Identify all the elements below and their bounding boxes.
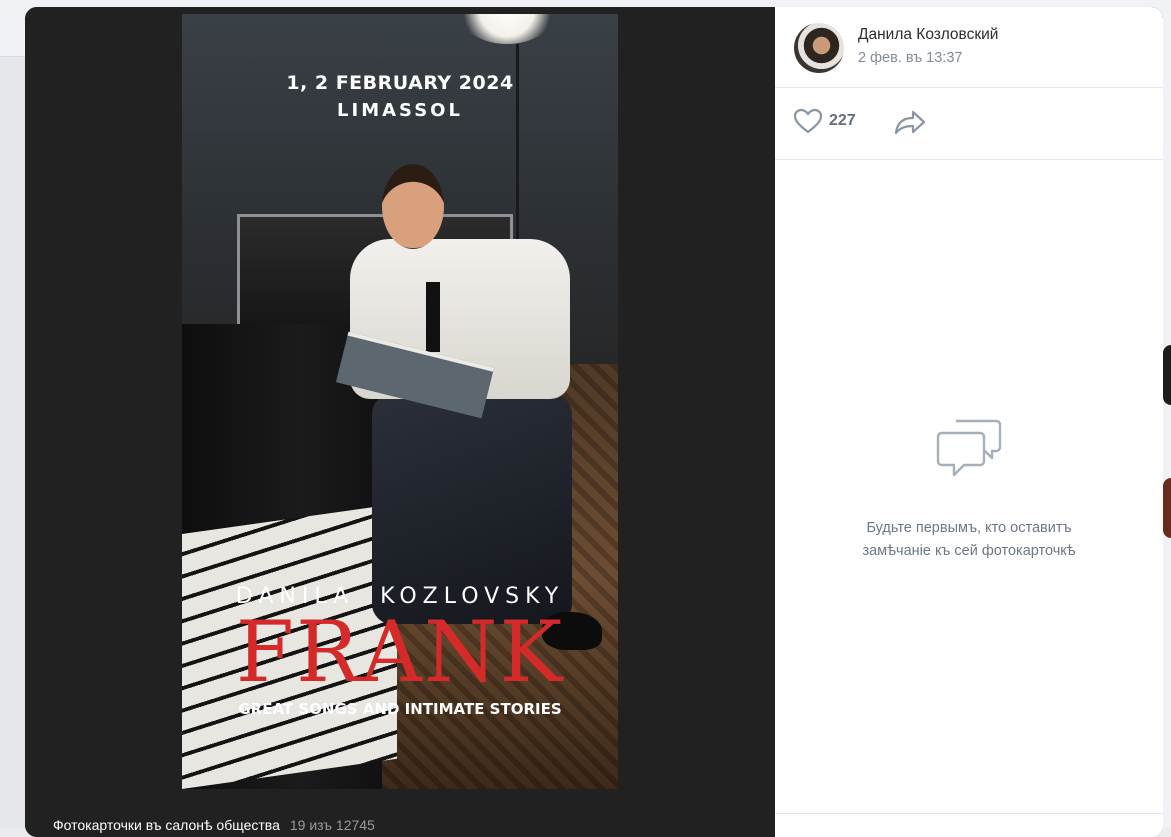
photo-area[interactable]: 1, 2 FEBRUARY 2024 LIMASSOL DANILA KOZLO… bbox=[25, 7, 775, 837]
photo-viewer-modal: 1, 2 FEBRUARY 2024 LIMASSOL DANILA KOZLO… bbox=[25, 7, 1163, 837]
edge-photo-fragment bbox=[1163, 478, 1171, 538]
poster-person-tie bbox=[426, 282, 440, 352]
share-button[interactable] bbox=[893, 108, 927, 141]
right-edge-strip bbox=[1163, 0, 1171, 828]
comment-input-area[interactable] bbox=[775, 813, 1163, 837]
edge-photo-fragment bbox=[1163, 345, 1171, 405]
avatar[interactable] bbox=[794, 23, 844, 73]
author-name-link[interactable]: Данила Козловский bbox=[858, 26, 998, 44]
comments-empty-state: Будьте первымъ, кто оставитъ замѣчаніе к… bbox=[775, 417, 1163, 563]
poster-show-title: FRANK bbox=[235, 603, 565, 701]
album-link[interactable]: Фотокарточки въ салонѣ общества bbox=[53, 817, 280, 833]
share-arrow-icon bbox=[893, 110, 927, 140]
poster-person-head bbox=[382, 164, 444, 249]
author-row: Данила Козловский 2 фев. въ 13:37 bbox=[775, 7, 1163, 88]
poster-date: 1, 2 FEBRUARY 2024 bbox=[286, 72, 514, 94]
photo-caption: Фотокарточки въ салонѣ общества 19 изъ 12… bbox=[53, 817, 375, 833]
photo-position: 19 изъ 12745 bbox=[289, 817, 375, 833]
heart-icon bbox=[793, 108, 823, 134]
comment-bubbles-icon bbox=[775, 417, 1163, 481]
post-date[interactable]: 2 фев. въ 13:37 bbox=[858, 50, 962, 66]
poster-city: LIMASSOL bbox=[337, 100, 463, 121]
like-button[interactable]: 227 bbox=[793, 108, 856, 134]
like-count: 227 bbox=[829, 112, 856, 129]
poster-tagline: GREAT SONGS AND INTIMATE STORIES bbox=[238, 700, 562, 718]
poster-lamp bbox=[457, 14, 557, 44]
photo-info-panel: Данила Козловский 2 фев. въ 13:37 227 Бу… bbox=[775, 7, 1163, 837]
concert-poster-image[interactable]: 1, 2 FEBRUARY 2024 LIMASSOL DANILA KOZLO… bbox=[182, 14, 618, 789]
comments-empty-text: Будьте первымъ, кто оставитъ замѣчаніе к… bbox=[862, 520, 1076, 559]
